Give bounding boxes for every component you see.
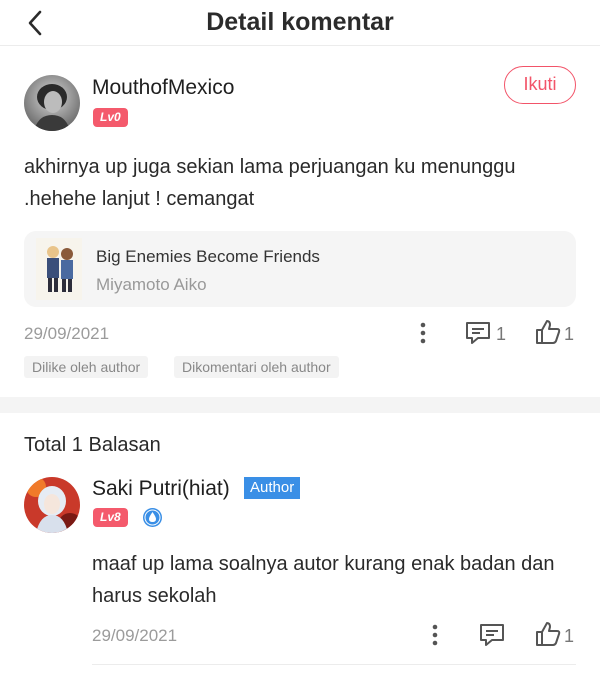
author-badge: Author: [244, 477, 301, 499]
like-button[interactable]: [534, 318, 562, 351]
comment-text: akhirnya up juga sekian lama perjuangan …: [24, 156, 516, 210]
like-button[interactable]: [534, 620, 562, 653]
reply-date: 29/09/2021: [92, 626, 178, 645]
thumbs-up-icon: [536, 320, 561, 344]
book-author: Miyamoto Aiko: [96, 275, 207, 294]
tag-liked-by-author: Dilike oleh author: [24, 356, 149, 378]
more-options-button[interactable]: [414, 320, 432, 351]
comment-icon: [480, 624, 504, 646]
replies-header: Total 1 Balasan: [24, 434, 161, 456]
page-title: Detail komentar: [206, 8, 394, 36]
drop-badge-icon: [142, 507, 163, 528]
reply-button[interactable]: [478, 622, 506, 653]
book-title: Big Enemies Become Friends: [96, 247, 320, 266]
section-separator: [0, 397, 600, 413]
level-badge: Lv0: [93, 108, 128, 127]
divider: [92, 664, 576, 665]
username[interactable]: MouthofMexico: [92, 76, 234, 100]
more-vertical-icon: [432, 624, 438, 646]
like-count: 1: [564, 626, 575, 646]
book-card[interactable]: Big Enemies Become Friends Miyamoto Aiko: [24, 231, 576, 307]
avatar[interactable]: [24, 477, 80, 533]
more-options-button[interactable]: [426, 622, 444, 653]
username[interactable]: Saki Putri(hiat): [92, 477, 230, 501]
comment-date: 29/09/2021: [24, 324, 110, 343]
reply-text: maaf up lama soalnya autor kurang enak b…: [92, 553, 555, 607]
reply-button[interactable]: [464, 320, 492, 351]
like-count: 1: [564, 324, 575, 344]
avatar[interactable]: [24, 75, 80, 131]
top-bar: Detail komentar: [0, 0, 600, 46]
follow-button[interactable]: Ikuti: [504, 66, 576, 104]
thumbs-up-icon: [536, 622, 561, 646]
more-vertical-icon: [420, 322, 426, 344]
book-cover: [36, 238, 82, 300]
comment-icon: [466, 322, 490, 344]
tag-commented-by-author: Dikomentari oleh author: [174, 356, 339, 378]
level-badge: Lv8: [93, 508, 128, 527]
reply-count: 1: [496, 324, 507, 344]
